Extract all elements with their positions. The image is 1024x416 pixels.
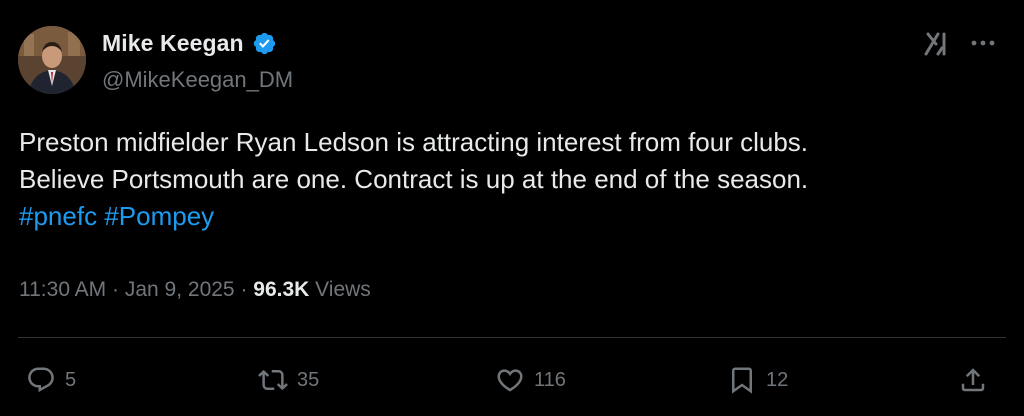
retweet-count: 35	[297, 368, 320, 391]
author-name-row: Mike Keegan	[102, 30, 277, 57]
more-options-icon[interactable]	[970, 36, 996, 50]
views-count[interactable]: 96.3K	[253, 278, 309, 301]
divider	[18, 337, 1006, 338]
hashtag-link[interactable]: #Pompey	[104, 201, 214, 231]
tweet-date[interactable]: Jan 9, 2025	[125, 278, 235, 301]
reply-count: 5	[65, 368, 77, 391]
bookmark-count: 12	[766, 368, 789, 391]
like-button[interactable]: 116	[495, 360, 566, 400]
tweet-meta: 11:30 AM · Jan 9, 2025 · 96.3K Views	[19, 278, 371, 302]
reply-button[interactable]: 5	[26, 360, 76, 400]
tweet-time[interactable]: 11:30 AM	[19, 278, 106, 301]
reply-icon	[28, 367, 54, 393]
tweet-body: Preston midfielder Ryan Ledson is attrac…	[19, 124, 1009, 235]
retweet-icon	[258, 369, 288, 391]
hashtag-link[interactable]: #pnefc	[19, 201, 97, 231]
share-icon	[961, 368, 985, 392]
action-bar: 5 35 116 12	[0, 360, 1024, 400]
tweet-text-line: Believe Portsmouth are one. Contract is …	[19, 164, 809, 194]
heart-icon	[497, 369, 523, 392]
retweet-button[interactable]: 35	[258, 360, 319, 400]
grok-icon[interactable]	[922, 28, 954, 60]
meta-separator: ·	[106, 278, 125, 301]
views-label: Views	[315, 278, 371, 301]
tweet-text-line: Preston midfielder Ryan Ledson is attrac…	[19, 127, 809, 157]
tweet-hashtags-line: #pnefc #Pompey	[19, 198, 1009, 235]
share-button[interactable]	[958, 360, 988, 400]
like-count: 116	[534, 368, 566, 391]
avatar[interactable]	[18, 26, 86, 94]
bookmark-icon	[732, 367, 752, 394]
tweet-card: Mike Keegan @MikeKeegan_DM Preston midfi…	[0, 0, 1024, 416]
meta-separator: ·	[234, 278, 254, 301]
verified-badge-icon[interactable]	[252, 31, 277, 56]
bookmark-button[interactable]: 12	[727, 360, 788, 400]
author-display-name[interactable]: Mike Keegan	[102, 30, 244, 57]
author-handle[interactable]: @MikeKeegan_DM	[102, 67, 293, 93]
avatar-photo	[18, 26, 86, 94]
